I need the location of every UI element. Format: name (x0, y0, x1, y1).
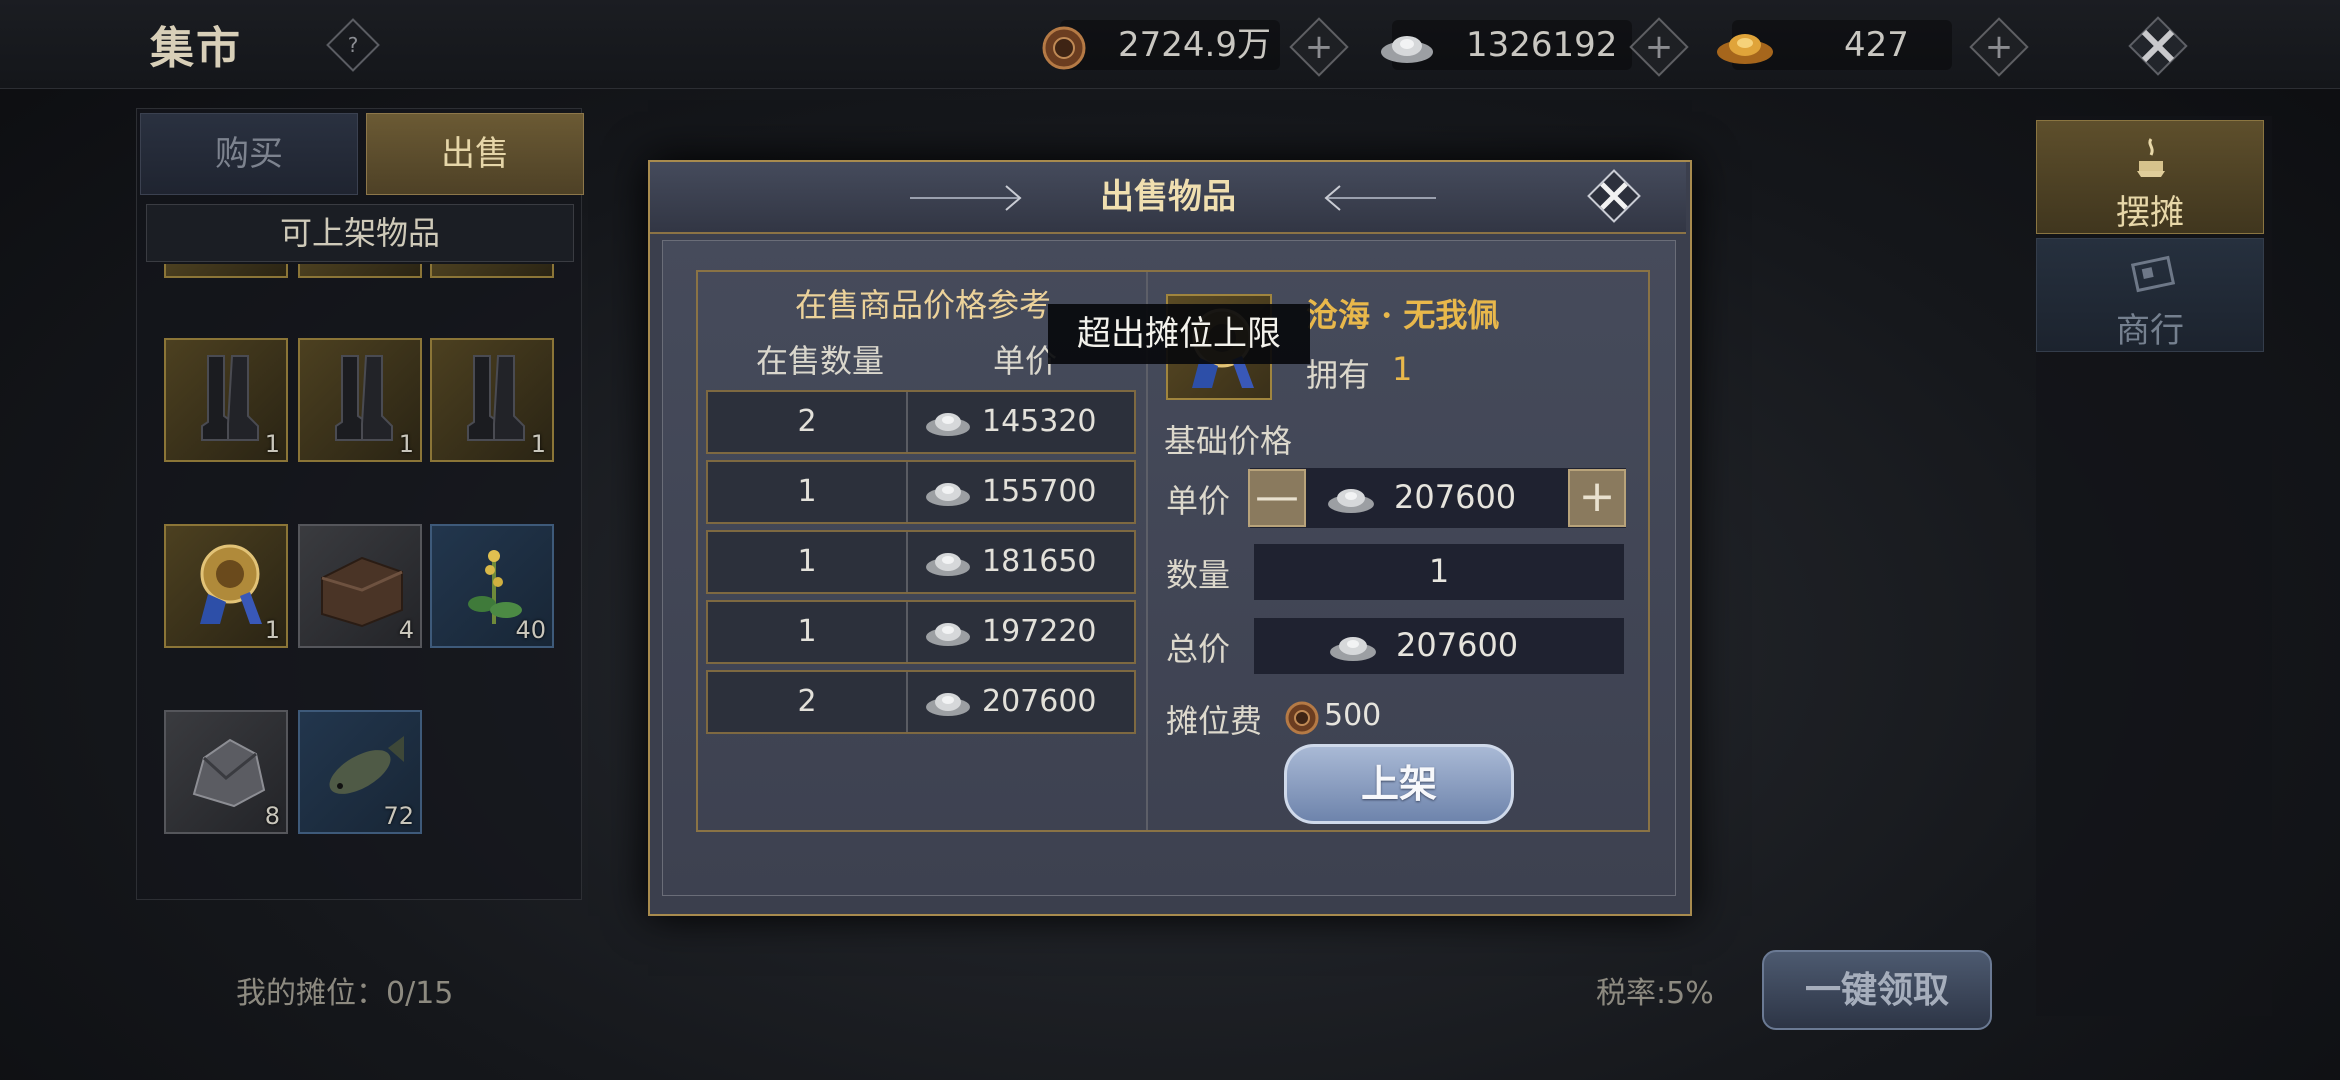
list-item-button[interactable]: 上架 (1284, 744, 1514, 824)
price-row: 1 181650 (706, 530, 1136, 594)
page-title: 集市 (150, 23, 242, 74)
boots-icon (467, 355, 525, 441)
owned-label: 拥有 (1306, 356, 1371, 394)
boots-icon (201, 355, 259, 441)
tab-trading-house-label: 商行 (2116, 311, 2184, 351)
item-slot-partial[interactable] (298, 264, 422, 278)
copper-coin-icon (1042, 26, 1086, 70)
unit-price-label: 单价 (1166, 482, 1231, 520)
shop-icon (2131, 255, 2175, 293)
row-quantity: 1 (708, 532, 908, 592)
item-count: 1 (530, 430, 546, 458)
base-price-label: 基础价格 (1164, 422, 1293, 460)
row-price: 155700 (982, 474, 1097, 509)
tab-stall[interactable]: 摆摊 (2036, 120, 2264, 234)
item-count: 8 (264, 802, 280, 830)
stall-icon (2137, 138, 2165, 177)
tab-sell[interactable]: 出售 (366, 113, 584, 195)
item-name: 沧海 · 无我佩 (1306, 296, 1500, 334)
item-count: 1 (398, 430, 414, 458)
price-row: 1 155700 (706, 460, 1136, 524)
tab-buy[interactable]: 购买 (140, 113, 358, 195)
row-price: 207600 (982, 684, 1097, 719)
item-slot[interactable]: 1 (298, 338, 422, 462)
copper-coin-icon (1285, 701, 1319, 735)
stall-fee-label: 摊位费 (1166, 702, 1263, 740)
price-row: 2 145320 (706, 390, 1136, 454)
help-label: ? (347, 33, 359, 57)
unit-price-value[interactable]: 207600 (1394, 478, 1516, 516)
stall-limit-tooltip: 超出摊位上限 (1048, 304, 1310, 364)
silver-ingot-icon (926, 413, 970, 436)
silver-ingot-icon (1328, 489, 1374, 513)
my-stall-count: 我的摊位：0/15 (236, 976, 454, 1011)
row-quantity: 1 (708, 462, 908, 522)
decrease-price-button[interactable]: — (1248, 469, 1306, 527)
total-price-label: 总价 (1166, 630, 1231, 668)
price-row: 2 207600 (706, 670, 1136, 734)
plus-icon: + (1644, 27, 1674, 67)
item-count: 1 (264, 616, 280, 644)
boots-icon (335, 355, 393, 441)
gold-ingot-icon (1717, 34, 1773, 64)
item-slot[interactable]: 1 (164, 338, 288, 462)
item-slot-partial[interactable] (164, 264, 288, 278)
column-header-quantity: 在售数量 (755, 342, 884, 380)
ore-icon (192, 738, 266, 808)
item-count: 40 (515, 616, 546, 644)
stall-fee-value: 500 (1324, 698, 1382, 733)
item-slot[interactable]: 8 (164, 710, 288, 834)
row-price: 197220 (982, 614, 1097, 649)
row-price: 181650 (982, 544, 1097, 579)
silver-ingot-icon (926, 553, 970, 576)
silver-ingot-icon (926, 623, 970, 646)
plus-icon: + (1304, 27, 1334, 67)
dialog-close-icon[interactable] (1586, 168, 1642, 224)
tax-rate: 税率:5% (1596, 976, 1714, 1011)
item-count: 4 (398, 616, 414, 644)
dialog-title: 出售物品 (1100, 177, 1236, 217)
quantity-value: 1 (1428, 552, 1450, 590)
item-slot[interactable]: 1 (164, 524, 288, 648)
silver-ingot-icon (1330, 637, 1376, 661)
close-icon[interactable] (2126, 14, 2190, 78)
total-price-value: 207600 (1396, 626, 1519, 664)
increase-price-button[interactable]: + (1568, 469, 1626, 527)
copper-amount: 2724.9万 (1118, 25, 1271, 65)
item-count: 72 (383, 802, 414, 830)
available-items-title: 可上架物品 (146, 204, 574, 262)
tab-stall-label: 摆摊 (2116, 193, 2184, 233)
item-slot[interactable]: 1 (430, 338, 554, 462)
item-slot[interactable]: 72 (298, 710, 422, 834)
item-slot-partial[interactable] (430, 264, 554, 278)
chest-icon (321, 556, 403, 628)
silver-ingot-icon (926, 483, 970, 506)
row-quantity: 1 (708, 602, 908, 662)
item-slot[interactable]: 4 (298, 524, 422, 648)
item-count: 1 (264, 430, 280, 458)
silver-ingot-icon (1381, 36, 1433, 63)
price-row: 1 197220 (706, 600, 1136, 664)
tab-trading-house[interactable]: 商行 (2036, 238, 2264, 352)
item-slot[interactable]: 40 (430, 524, 554, 648)
silver-ingot-icon (926, 693, 970, 716)
owned-value: 1 (1392, 350, 1413, 388)
row-quantity: 2 (708, 392, 908, 452)
collect-all-button[interactable]: 一键领取 (1762, 950, 1992, 1030)
quantity-label: 数量 (1166, 556, 1231, 594)
gold-amount: 427 (1844, 25, 1909, 65)
silver-amount: 1326192 (1466, 25, 1618, 65)
row-quantity: 2 (708, 672, 908, 732)
pendant-icon (200, 544, 262, 624)
plus-icon: + (1984, 27, 2014, 67)
row-price: 145320 (982, 404, 1097, 439)
